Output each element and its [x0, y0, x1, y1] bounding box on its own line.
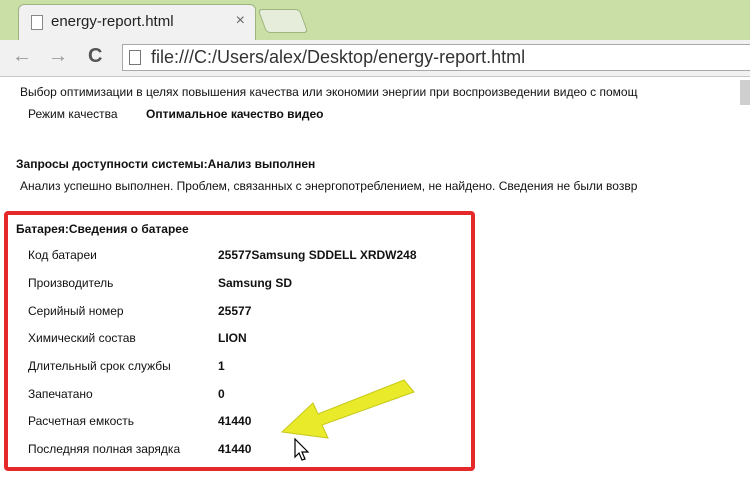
- yellow-arrow-icon: [280, 379, 415, 439]
- arrow-annotation: [280, 379, 415, 439]
- mouse-cursor-icon: [294, 438, 310, 461]
